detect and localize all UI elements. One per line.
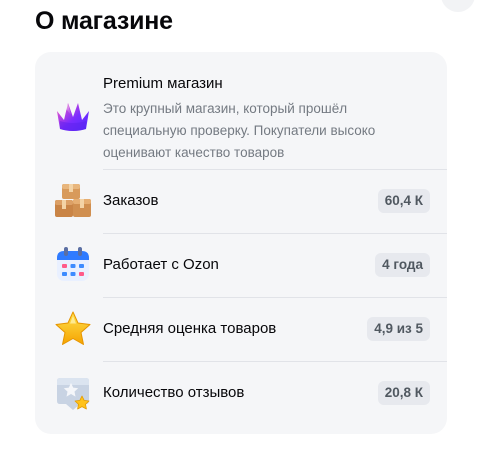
stat-row-orders: Заказов 60,4 К	[35, 169, 447, 233]
stat-row-working-with-ozon: Работает с Ozon 4 года	[35, 233, 447, 297]
divider	[103, 361, 447, 362]
calendar-icon	[57, 247, 89, 281]
page-title: О магазине	[35, 7, 173, 35]
premium-store-row: Premium магазин Это крупный магазин, кот…	[35, 52, 447, 169]
stat-label: Средняя оценка товаров	[103, 320, 277, 337]
close-button[interactable]	[441, 0, 475, 12]
stat-label: Работает с Ozon	[103, 256, 219, 273]
boxes-icon	[55, 184, 91, 217]
premium-title: Premium магазин	[103, 75, 223, 92]
stat-row-average-rating: Средняя оценка товаров 4,9 из 5	[35, 297, 447, 361]
premium-description: Это крупный магазин, который прошёл спец…	[103, 101, 376, 160]
divider	[103, 297, 447, 298]
stat-value-badge: 60,4 К	[377, 189, 430, 213]
crown-icon	[57, 103, 89, 131]
stat-value-badge: 4,9 из 5	[367, 317, 430, 341]
stat-value-badge: 4 года	[375, 253, 430, 277]
store-info-card: Premium магазин Это крупный магазин, кот…	[35, 52, 447, 434]
stat-label: Заказов	[103, 192, 159, 209]
divider	[103, 233, 447, 234]
stat-value-badge: 20,8 К	[377, 381, 430, 405]
review-icon	[57, 378, 90, 410]
divider	[103, 169, 447, 170]
stat-label: Количество отзывов	[103, 384, 245, 401]
stat-row-review-count: Количество отзывов 20,8 К	[35, 361, 447, 425]
star-icon	[55, 311, 91, 345]
store-info-page: О магазине Premium магазин Это крупный м…	[0, 0, 487, 466]
